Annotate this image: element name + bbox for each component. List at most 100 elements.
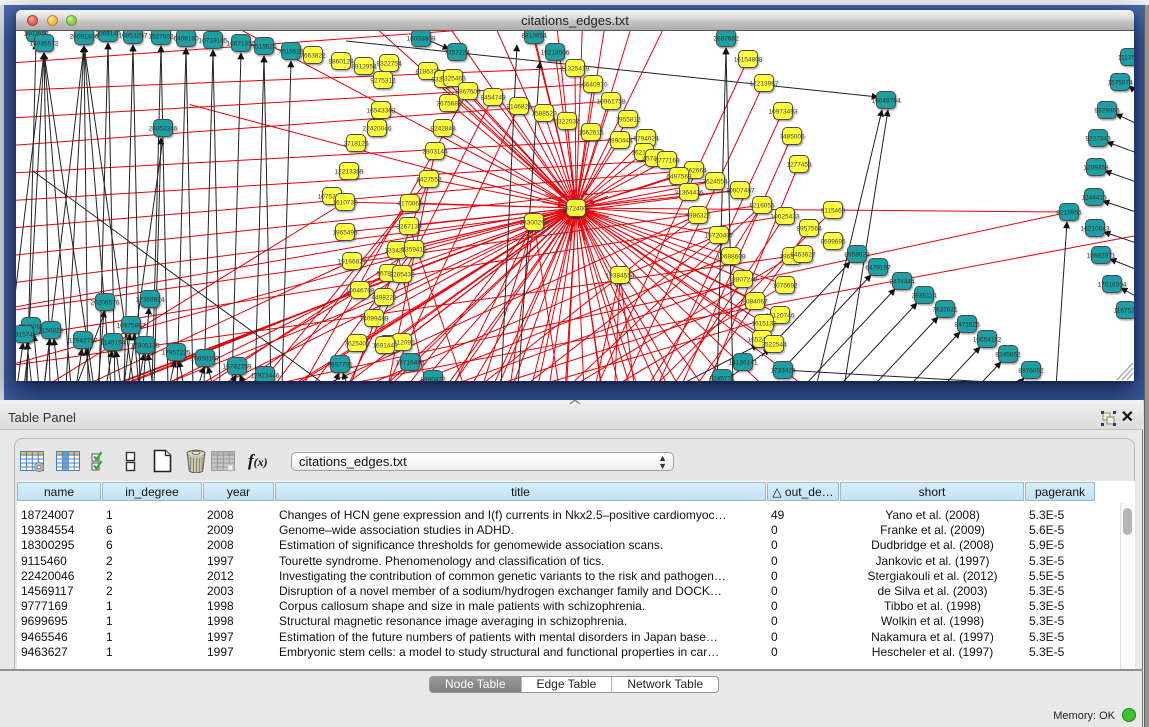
svg-text:5359412: 5359412 <box>401 247 427 254</box>
svg-text:8215955: 8215955 <box>1056 210 1082 217</box>
svg-text:16033809: 16033809 <box>407 36 436 43</box>
svg-text:18807249: 18807249 <box>729 277 758 284</box>
svg-text:10853257: 10853257 <box>119 33 148 40</box>
svg-text:1075692: 1075692 <box>772 283 798 290</box>
svg-text:3267130: 3267130 <box>396 224 422 231</box>
svg-text:3675685: 3675685 <box>436 101 462 108</box>
svg-text:14035572: 14035572 <box>30 41 59 48</box>
svg-text:9777169: 9777169 <box>654 158 680 165</box>
svg-text:6466160: 6466160 <box>173 36 199 43</box>
svg-text:1277453: 1277453 <box>786 162 812 169</box>
svg-text:4498222: 4498222 <box>371 295 397 302</box>
svg-text:7632621: 7632621 <box>932 307 958 314</box>
svg-text:1244415: 1244415 <box>1081 195 1107 202</box>
svg-text:9227343: 9227343 <box>1085 136 1111 143</box>
svg-text:15720407: 15720407 <box>705 233 734 240</box>
svg-text:12213369: 12213369 <box>335 169 364 176</box>
svg-text:17359924: 17359924 <box>136 297 165 304</box>
svg-text:9463627: 9463627 <box>790 252 816 259</box>
svg-text:3915741: 3915741 <box>16 332 37 339</box>
svg-text:1145194: 1145194 <box>101 340 126 347</box>
svg-text:9245771: 9245771 <box>709 376 735 382</box>
svg-text:1965493: 1965493 <box>332 230 358 237</box>
svg-text:9860124: 9860124 <box>328 59 354 66</box>
svg-text:12213967: 12213967 <box>750 81 779 88</box>
svg-text:4170065: 4170065 <box>397 201 423 208</box>
svg-text:12923446: 12923446 <box>251 373 280 380</box>
svg-text:2522544: 2522544 <box>761 342 787 349</box>
svg-text:7515526: 7515526 <box>251 44 277 51</box>
svg-text:17016504: 17016504 <box>1098 282 1127 289</box>
svg-text:9115460: 9115460 <box>821 208 846 215</box>
svg-text:10046788: 10046788 <box>346 288 375 295</box>
svg-text:16543362: 16543362 <box>367 108 396 115</box>
svg-text:7485006: 7485006 <box>779 134 805 141</box>
svg-text:9242848: 9242848 <box>430 126 456 133</box>
svg-text:1575074: 1575074 <box>1107 80 1133 87</box>
svg-text:15640910: 15640910 <box>579 82 608 89</box>
svg-text:2935114: 2935114 <box>912 293 937 300</box>
svg-text:9957564: 9957564 <box>796 226 822 233</box>
svg-text:8990444: 8990444 <box>607 138 633 145</box>
svg-text:2265432: 2265432 <box>389 272 415 279</box>
svg-text:8976052: 8976052 <box>1018 368 1044 375</box>
svg-text:9146821: 9146821 <box>506 104 532 111</box>
svg-text:10688609: 10688609 <box>717 254 746 261</box>
svg-text:10025433: 10025433 <box>771 214 800 221</box>
svg-text:2069140: 2069140 <box>95 31 121 38</box>
svg-text:13716485: 13716485 <box>396 360 425 367</box>
svg-text:7986322: 7986322 <box>685 213 711 220</box>
svg-text:6794024: 6794024 <box>633 136 659 143</box>
svg-text:19384554: 19384554 <box>606 273 635 280</box>
svg-text:9245652: 9245652 <box>995 352 1021 359</box>
svg-text:2867608: 2867608 <box>455 89 481 96</box>
svg-text:9657791: 9657791 <box>327 362 353 369</box>
svg-text:9275312: 9275312 <box>370 78 396 85</box>
svg-text:1156829: 1156829 <box>39 328 64 335</box>
svg-text:9322754: 9322754 <box>376 61 402 68</box>
svg-text:1588520: 1588520 <box>531 111 557 118</box>
svg-text:18300295: 18300295 <box>520 220 549 227</box>
svg-text:11325419: 11325419 <box>561 66 590 73</box>
svg-text:9084067: 9084067 <box>742 299 768 306</box>
svg-text:10807487: 10807487 <box>726 188 755 195</box>
svg-text:2687682: 2687682 <box>713 36 739 43</box>
svg-text:2718126: 2718126 <box>343 141 369 148</box>
svg-text:14099489: 14099489 <box>360 316 389 323</box>
svg-text:8990472: 8990472 <box>420 377 446 382</box>
svg-text:6322037: 6322037 <box>554 119 580 126</box>
svg-text:10719185: 10719185 <box>199 38 228 45</box>
svg-text:9699695: 9699695 <box>820 239 846 246</box>
svg-text:8958923: 8958923 <box>844 252 870 259</box>
svg-text:2803144: 2803144 <box>422 149 448 156</box>
svg-text:14136141: 14136141 <box>729 360 758 367</box>
svg-text:10975867: 10975867 <box>117 323 146 330</box>
svg-text:15692971: 15692971 <box>1087 253 1116 260</box>
svg-text:9325460: 9325460 <box>440 76 466 83</box>
svg-text:1209358: 1209358 <box>1083 165 1109 172</box>
svg-text:22420046: 22420046 <box>363 126 392 133</box>
svg-text:1527602: 1527602 <box>148 34 174 41</box>
svg-text:12905135: 12905135 <box>131 343 160 350</box>
svg-text:16210643: 16210643 <box>1081 226 1110 233</box>
svg-text:16782759: 16782759 <box>223 364 252 371</box>
svg-text:3624554: 3624554 <box>702 179 728 186</box>
svg-text:7625402: 7625402 <box>344 341 370 348</box>
svg-text:6216055: 6216055 <box>749 203 775 210</box>
svg-text:1562615: 1562615 <box>578 130 604 137</box>
svg-text:10654112: 10654112 <box>973 337 1002 344</box>
svg-text:8427552: 8427552 <box>416 177 442 184</box>
svg-text:12942757: 12942757 <box>69 338 98 345</box>
svg-text:7663822: 7663822 <box>300 53 326 60</box>
svg-text:1615132: 1615132 <box>751 321 777 328</box>
svg-text:10958107: 10958107 <box>191 356 220 363</box>
svg-text:1117532: 1117532 <box>1118 55 1134 62</box>
svg-text:1610735: 1610735 <box>332 200 358 207</box>
svg-text:16648784: 16648784 <box>872 98 901 105</box>
svg-text:7357224: 7357224 <box>444 50 470 57</box>
svg-text:6497568: 6497568 <box>666 174 692 181</box>
svg-text:19166827: 19166827 <box>338 259 367 266</box>
svg-text:7955812: 7955812 <box>615 117 641 124</box>
svg-text:8454749: 8454749 <box>480 95 506 102</box>
svg-text:18724007: 18724007 <box>562 206 591 213</box>
